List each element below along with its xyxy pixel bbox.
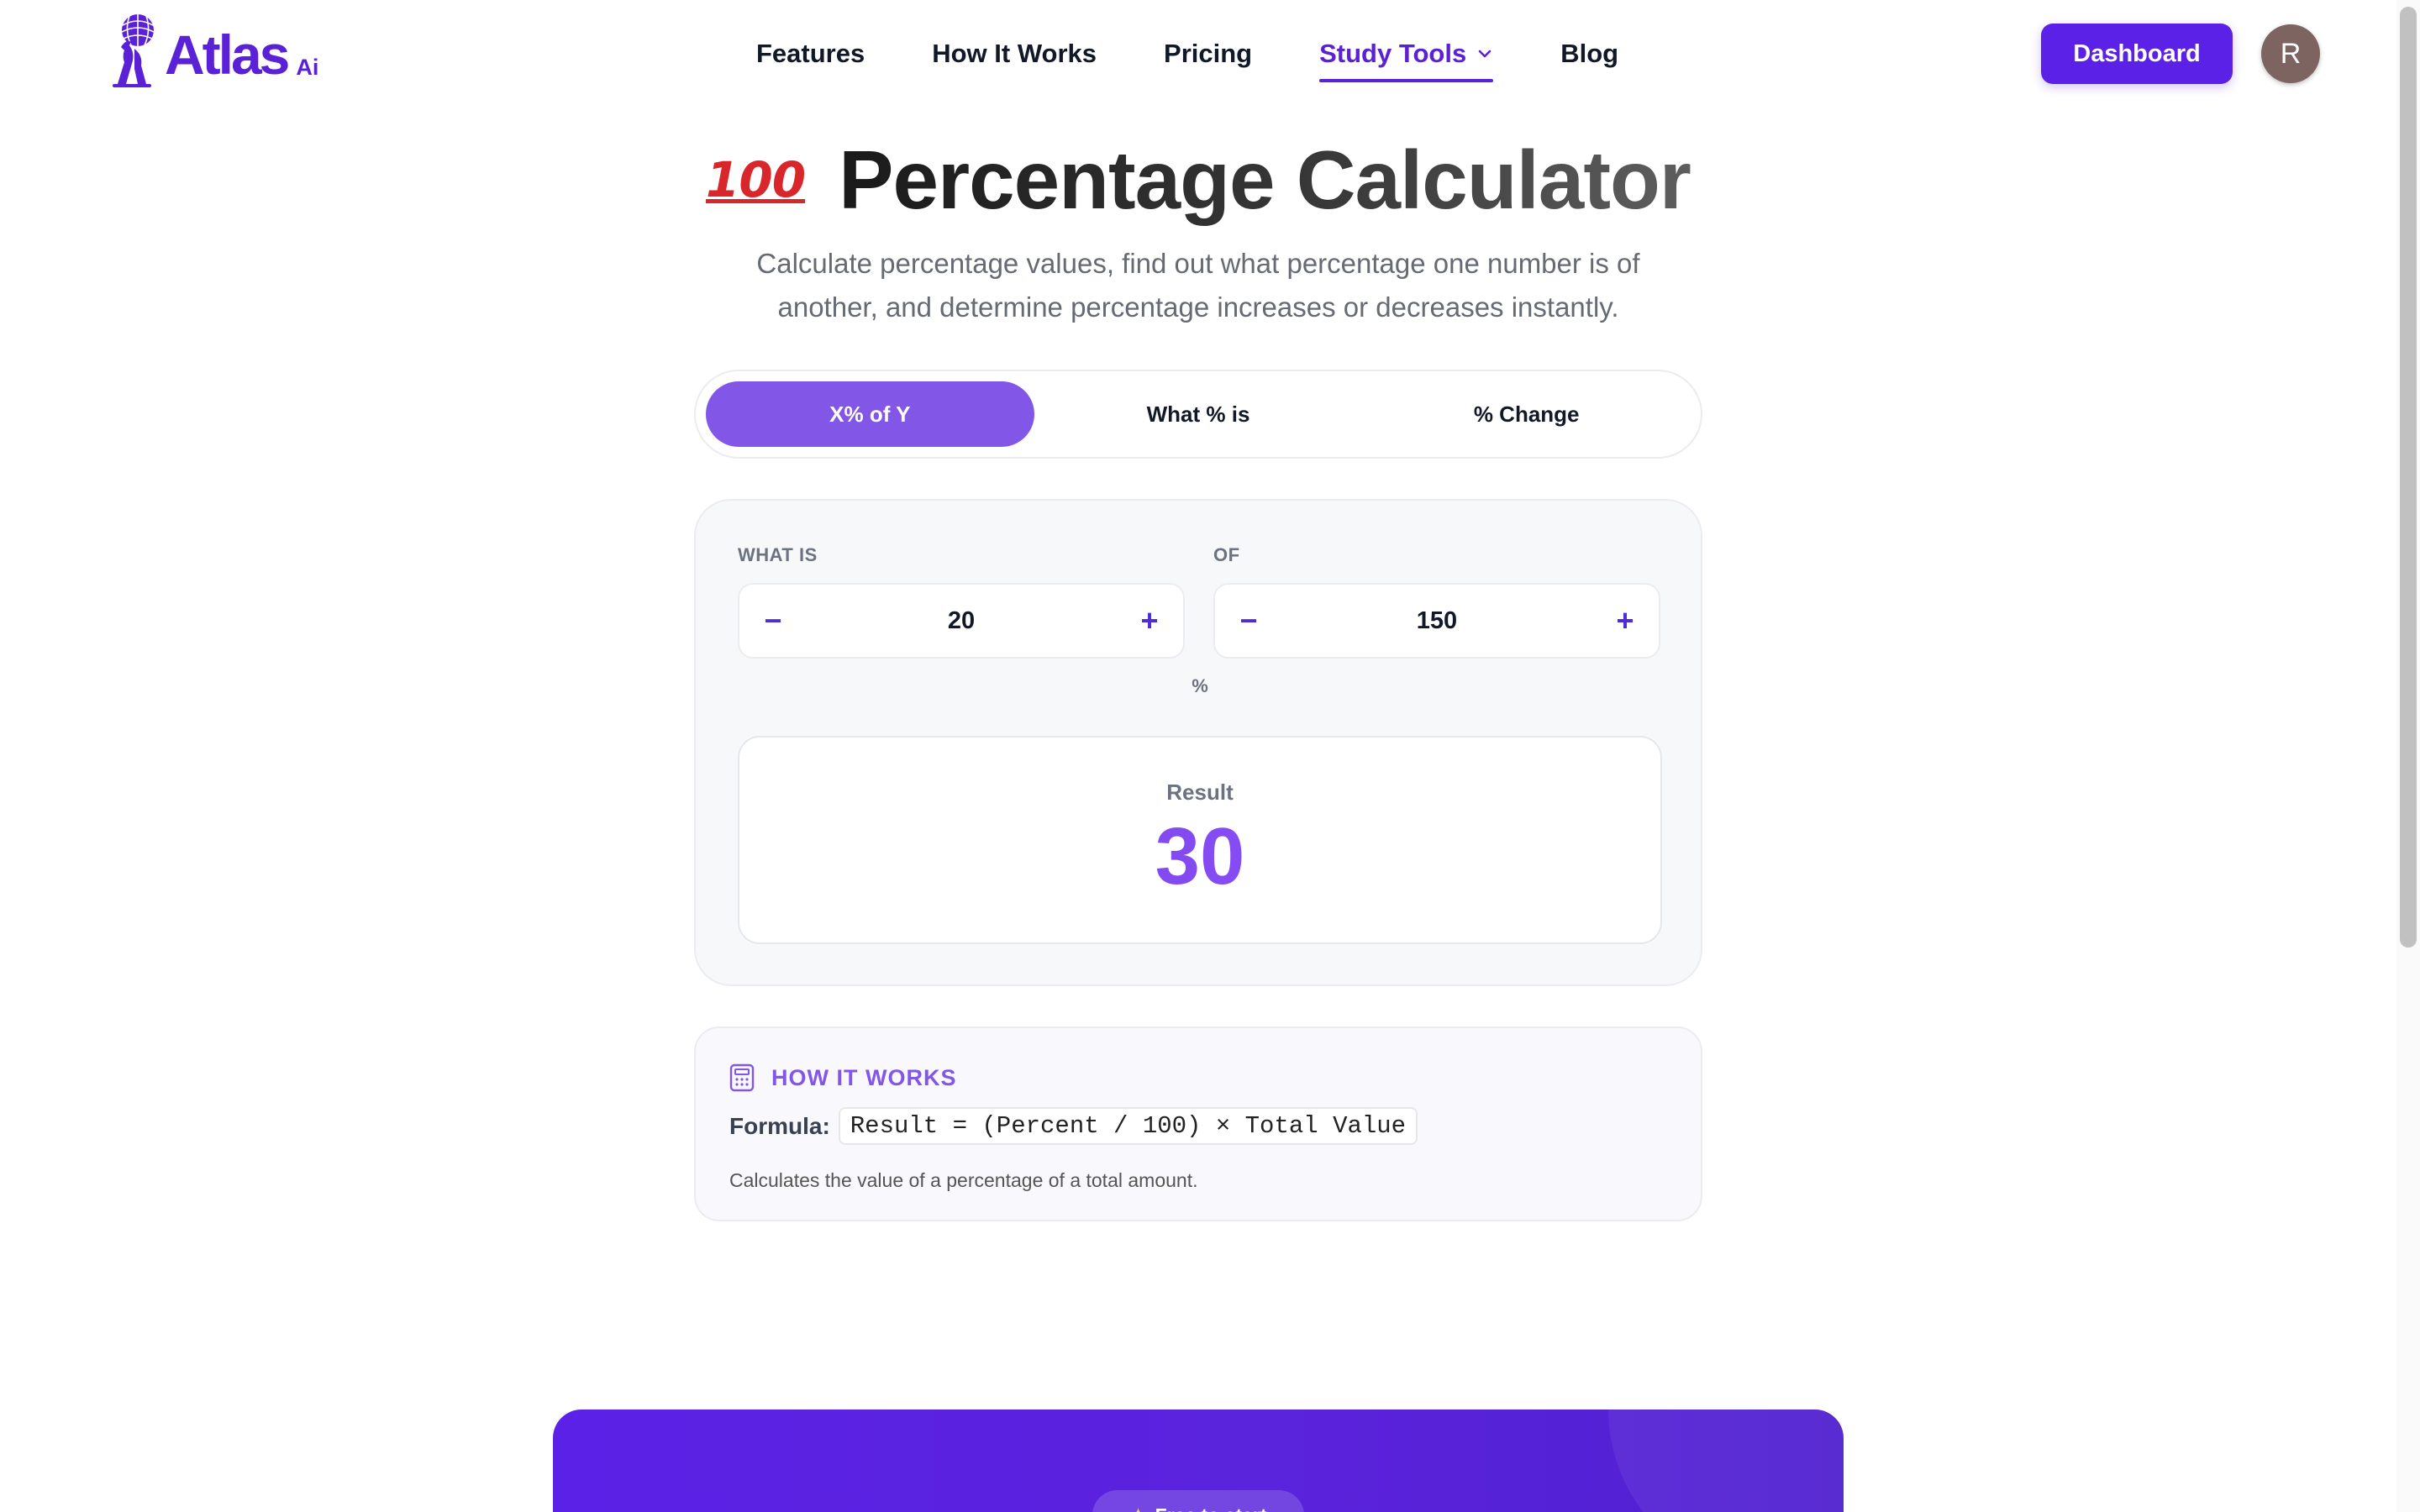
tab-what-percent-is[interactable]: What % is: [1034, 381, 1363, 447]
logo-suffix: Ai: [296, 54, 319, 80]
total-decrement-button[interactable]: −: [1215, 585, 1282, 657]
tab-x-percent-of-y[interactable]: X% of Y: [706, 381, 1034, 447]
total-stepper: − +: [1213, 583, 1660, 659]
decorative-circle: [1608, 1410, 1844, 1512]
atlas-globe-icon: [113, 14, 155, 87]
of-label: OF: [1213, 544, 1240, 565]
sparkle-icon: ✦: [1129, 1504, 1146, 1512]
how-it-works-header: HOW IT WORKS: [729, 1063, 956, 1092]
chevron-down-icon: [1478, 50, 1491, 58]
calculator-card: WHAT IS OF − + − + % Result 30: [694, 499, 1702, 986]
formula-description: Calculates the value of a percentage of …: [729, 1169, 1198, 1191]
what-is-label: WHAT IS: [738, 544, 818, 565]
free-to-start-badge: ✦ Free to start: [1092, 1490, 1304, 1512]
nav-how-it-works-label: How It Works: [932, 39, 1097, 68]
nav-how-it-works[interactable]: How It Works: [932, 34, 1097, 74]
how-it-works-card: HOW IT WORKS Formula: Result = (Percent …: [694, 1026, 1702, 1221]
nav-blog-label: Blog: [1560, 39, 1619, 68]
nav-study-tools-label: Study Tools: [1319, 39, 1467, 68]
percent-decrement-button[interactable]: −: [739, 585, 807, 657]
free-to-start-label: Free to start: [1155, 1504, 1267, 1512]
total-increment-button[interactable]: +: [1591, 585, 1659, 657]
formula-code: Result = (Percent / 100) × Total Value: [838, 1107, 1418, 1145]
nav-pricing-label: Pricing: [1164, 39, 1253, 68]
percent-input[interactable]: [807, 600, 1116, 642]
result-value: 30: [739, 811, 1660, 903]
nav-features-label: Features: [756, 39, 865, 68]
percent-increment-button[interactable]: +: [1116, 585, 1183, 657]
calculator-icon: [729, 1063, 755, 1092]
percent-stepper: − +: [738, 583, 1185, 659]
page-title-text: Percentage Calculator: [839, 134, 1691, 226]
page-subtitle: Calculate percentage values, find out wh…: [756, 248, 1640, 323]
nav-blog[interactable]: Blog: [1560, 34, 1618, 74]
cta-banner: ✦ Free to start: [553, 1410, 1844, 1512]
logo[interactable]: Atlas Ai: [109, 13, 318, 89]
page-title: 100 Percentage Calculator: [0, 133, 2396, 228]
tab-percent-change[interactable]: % Change: [1362, 381, 1691, 447]
nav-pricing[interactable]: Pricing: [1164, 34, 1252, 74]
result-box: Result 30: [738, 736, 1662, 944]
dashboard-button[interactable]: Dashboard: [2041, 24, 2233, 84]
logo-wordmark: Atlas: [165, 24, 290, 86]
formula-row: Formula: Result = (Percent / 100) × Tota…: [729, 1107, 1418, 1145]
total-input[interactable]: [1282, 600, 1591, 642]
nav-study-tools[interactable]: Study Tools: [1319, 34, 1494, 82]
result-label: Result: [1166, 780, 1234, 805]
how-it-works-title: HOW IT WORKS: [771, 1064, 957, 1090]
scrollbar[interactable]: [2396, 0, 2420, 1512]
nav-features[interactable]: Features: [756, 34, 865, 74]
hundred-points-icon: 100: [706, 151, 806, 208]
main-nav: Features How It Works Pricing Study Tool…: [756, 34, 1686, 82]
percent-sign: %: [1192, 675, 1208, 696]
avatar[interactable]: R: [2261, 24, 2320, 83]
formula-label: Formula:: [729, 1112, 830, 1139]
mode-tabs: X% of Y What % is % Change: [694, 370, 1702, 459]
scrollbar-thumb[interactable]: [2400, 7, 2417, 948]
page: Atlas Ai Features How It Works Pricing S…: [0, 0, 2420, 1512]
